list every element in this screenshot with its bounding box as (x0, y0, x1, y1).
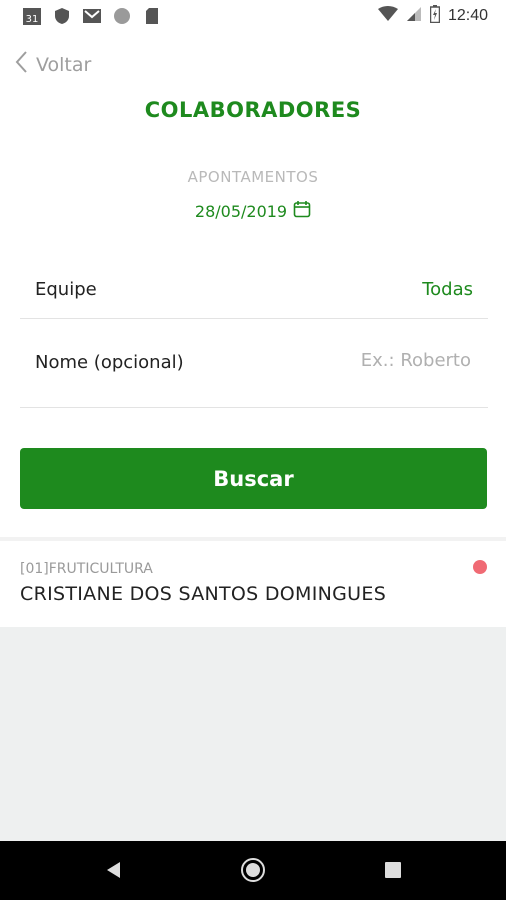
status-bar: 31 12:40 (0, 0, 506, 32)
home-nav-icon[interactable] (238, 855, 268, 885)
circle-icon (112, 6, 132, 26)
navigation-bar (0, 841, 506, 900)
equipe-value[interactable]: Todas (422, 279, 473, 300)
section-subtitle: APONTAMENTOS (187, 168, 319, 186)
back-nav-icon[interactable] (98, 855, 128, 885)
clock-time: 12:40 (447, 7, 488, 24)
sd-card-icon (142, 6, 162, 26)
status-dot (473, 560, 487, 574)
recents-nav-icon[interactable] (378, 855, 408, 885)
calendar-day-text: 31 (26, 14, 39, 25)
nome-label: Nome (opcional) (35, 352, 184, 373)
system-icons: 12:40 (377, 5, 488, 27)
shield-icon (52, 6, 72, 26)
search-button[interactable]: Buscar (20, 448, 487, 509)
list-item[interactable]: [01]FRUTICULTURA CRISTIANE DOS SANTOS DO… (0, 541, 506, 627)
calendar-icon (293, 200, 311, 222)
date-selector[interactable]: 28/05/2019 (0, 200, 506, 222)
equipe-row[interactable]: Equipe Todas (20, 262, 488, 319)
item-team-code: [01]FRUTICULTURA (20, 561, 153, 577)
page-title: COLABORADORES (144, 98, 362, 122)
gmail-icon (82, 6, 102, 26)
wifi-icon (377, 6, 398, 26)
calendar-icon: 31 (22, 6, 42, 26)
back-button[interactable]: Voltar (14, 50, 91, 79)
item-employee-name: CRISTIANE DOS SANTOS DOMINGUES (20, 583, 387, 605)
back-label: Voltar (36, 53, 92, 76)
notification-icons: 31 (22, 6, 162, 26)
date-value: 28/05/2019 (194, 201, 288, 221)
nome-row: Nome (opcional) (20, 319, 488, 408)
chevron-left-icon (14, 50, 28, 79)
signal-icon (406, 6, 422, 26)
battery-icon (429, 5, 441, 27)
equipe-label: Equipe (35, 279, 97, 300)
nome-input[interactable] (269, 349, 473, 372)
empty-list-area (0, 627, 506, 841)
